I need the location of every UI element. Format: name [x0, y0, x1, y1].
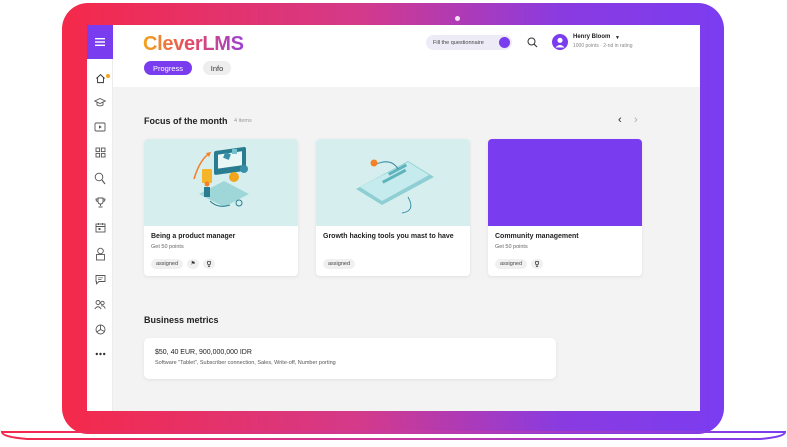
tab-progress[interactable]: Progress	[144, 61, 192, 75]
questionnaire-label: Fill the questionnaire	[433, 39, 484, 46]
flag-icon: ⚑	[187, 259, 200, 269]
carousel-prev-button[interactable]: ‹	[618, 115, 622, 126]
card-illustration	[316, 139, 470, 226]
tag-assigned: assigned	[151, 259, 184, 269]
questionnaire-button[interactable]: Fill the questionnaire	[426, 35, 512, 50]
card-title: Being a product manager	[151, 233, 236, 240]
graduation-cap-icon[interactable]	[93, 95, 107, 109]
metric-card[interactable]: $50, 40 EUR, 900,000,000 IDR Software "T…	[144, 338, 556, 379]
course-card[interactable]: Growth hacking tools you mast to have as…	[316, 139, 470, 276]
users-icon[interactable]	[93, 297, 107, 311]
course-card[interactable]: Community management Get 50 points assig…	[488, 139, 642, 276]
course-card[interactable]: Being a product manager Get 50 points as…	[144, 139, 298, 276]
chart-icon[interactable]	[93, 322, 107, 336]
user-avatar[interactable]	[552, 34, 568, 50]
card-subtitle: Get 50 points	[151, 244, 184, 250]
questionnaire-avatar-icon	[499, 37, 510, 48]
card-tags: assigned	[495, 259, 544, 269]
metric-value: $50, 40 EUR, 900,000,000 IDR	[155, 349, 252, 356]
menu-icon	[95, 38, 105, 46]
card-cover	[488, 139, 642, 226]
card-tags: assigned ⚑	[151, 259, 216, 269]
menu-button[interactable]	[87, 25, 113, 59]
app-logo[interactable]: CleverLMS	[143, 33, 244, 56]
card-tags: assigned	[323, 259, 356, 269]
user-name[interactable]: Henry Bloom	[573, 34, 610, 40]
card-title: Community management	[495, 233, 579, 240]
video-icon[interactable]	[93, 120, 107, 134]
home-notification-dot	[106, 74, 110, 78]
search-person-icon[interactable]	[93, 171, 107, 185]
certificate-icon[interactable]	[93, 247, 107, 261]
card-title: Growth hacking tools you mast to have	[323, 233, 454, 240]
product-manager-illustration	[193, 146, 249, 207]
focus-item-count: 4 items	[234, 118, 252, 124]
user-meta: 1000 points · 2-nd in rating	[573, 43, 633, 49]
grid-icon[interactable]	[93, 145, 107, 159]
metrics-section-title: Business metrics	[144, 315, 219, 325]
trophy-icon	[203, 259, 216, 269]
card-illustration	[144, 139, 298, 226]
growth-hacking-illustration	[356, 159, 434, 214]
app-screen: CleverLMS Progress Info Fill the questio…	[87, 25, 700, 411]
calendar-icon[interactable]	[93, 220, 107, 234]
chat-icon[interactable]	[93, 272, 107, 286]
home-icon[interactable]	[93, 71, 107, 85]
trophy-icon[interactable]	[93, 195, 107, 209]
tab-info[interactable]: Info	[203, 61, 231, 75]
top-header: CleverLMS Progress Info Fill the questio…	[113, 25, 700, 87]
carousel-next-button[interactable]: ›	[634, 115, 638, 126]
sidebar	[87, 25, 113, 411]
metric-description: Software "Tablet", Subscriber connection…	[155, 360, 336, 366]
tag-assigned: assigned	[495, 259, 528, 269]
card-subtitle: Get 50 points	[495, 244, 528, 250]
camera-dot	[455, 16, 460, 21]
more-icon[interactable]	[93, 347, 107, 361]
trophy-icon	[531, 259, 544, 269]
tag-assigned: assigned	[323, 259, 356, 269]
laptop-base	[0, 430, 787, 444]
chevron-down-icon[interactable]: ▼	[615, 35, 620, 41]
focus-section-title: Focus of the month	[144, 116, 228, 126]
search-icon[interactable]	[527, 37, 538, 48]
